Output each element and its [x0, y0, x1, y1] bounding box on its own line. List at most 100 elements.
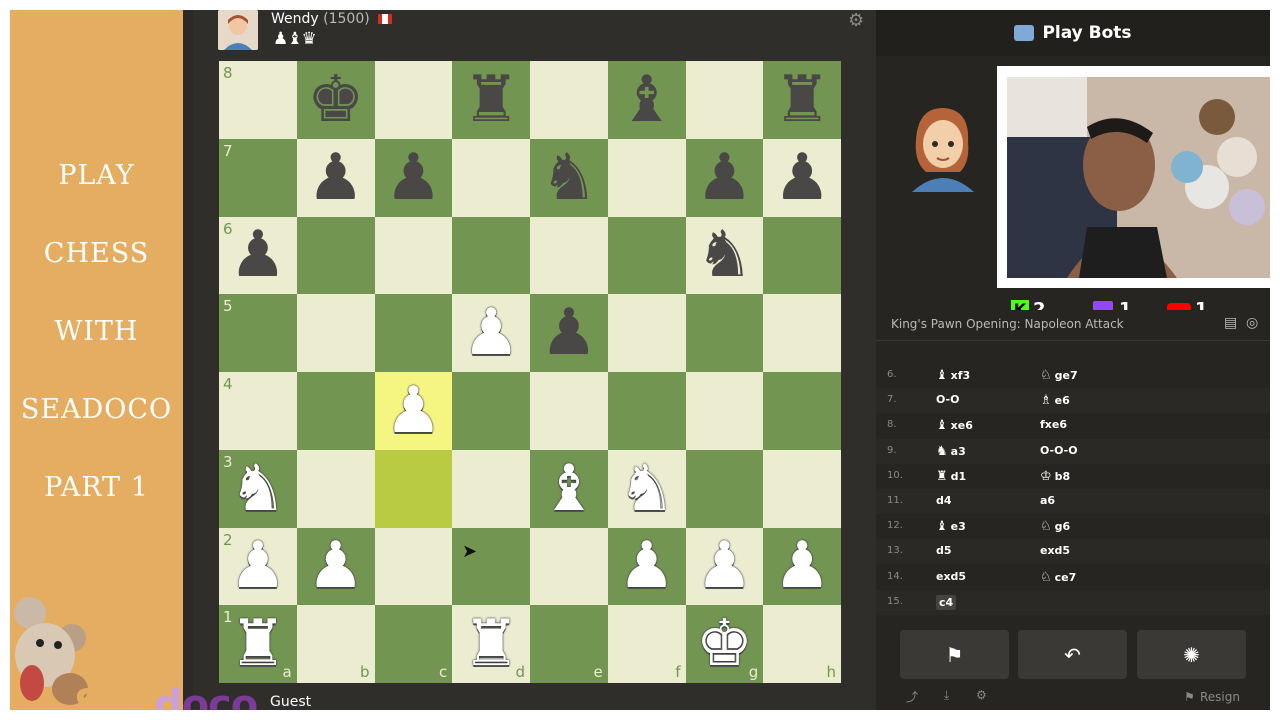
bottom-player-name[interactable]: Guest — [270, 694, 311, 710]
square-f7[interactable] — [607, 138, 686, 217]
square-a7[interactable]: 7 — [219, 138, 297, 217]
black-move[interactable]: ♔ b8 — [1040, 469, 1070, 484]
settings-icon[interactable]: ⚙ — [976, 688, 987, 702]
square-d4[interactable] — [452, 372, 530, 450]
square-d3[interactable] — [452, 449, 530, 528]
opponent-name[interactable]: Wendy — [271, 11, 319, 27]
undo-button[interactable]: ↶ — [1018, 630, 1127, 679]
black-rook-icon[interactable]: ♜ — [462, 68, 519, 132]
white-pawn-icon[interactable]: ♟ — [229, 534, 286, 598]
square-e3[interactable]: ♝ — [530, 449, 608, 528]
square-a2[interactable]: ♟ 2 — [219, 527, 297, 606]
square-b3[interactable] — [296, 449, 375, 528]
share-icon[interactable]: ⤴ — [906, 688, 918, 705]
square-b5[interactable] — [296, 294, 375, 372]
black-pawn-icon[interactable]: ♟ — [229, 223, 286, 287]
square-g1[interactable]: ♚ g — [685, 605, 764, 683]
white-move[interactable]: ♝ xf3 — [936, 368, 970, 383]
white-knight-icon[interactable]: ♞ — [229, 457, 286, 521]
white-move[interactable]: ♝ e3 — [936, 519, 966, 534]
white-move[interactable]: O-O — [936, 393, 959, 406]
white-pawn-icon[interactable]: ♟ — [618, 534, 675, 598]
white-pawn-icon[interactable]: ♟ — [462, 301, 519, 365]
resign-button[interactable]: Resign — [1200, 690, 1240, 704]
black-pawn-icon[interactable]: ♟ — [385, 146, 442, 210]
square-h5[interactable] — [763, 294, 841, 372]
black-move[interactable]: ♘ ge7 — [1040, 368, 1078, 383]
black-move[interactable]: exd5 — [1040, 544, 1070, 557]
square-b8[interactable]: ♚ — [296, 61, 375, 139]
square-f8[interactable]: ♝ — [607, 61, 686, 139]
square-h6[interactable] — [763, 216, 841, 295]
white-move[interactable]: d4 — [936, 494, 952, 507]
black-bishop-icon[interactable]: ♝ — [618, 68, 675, 132]
square-b2[interactable]: ♟ — [296, 527, 375, 606]
download-icon[interactable]: ⤓ — [944, 688, 949, 703]
square-a3[interactable]: ♞ 3 — [219, 449, 297, 528]
black-pawn-icon[interactable]: ♟ — [307, 146, 364, 210]
square-g8[interactable] — [685, 61, 764, 139]
square-c8[interactable] — [374, 61, 453, 139]
square-g3[interactable] — [685, 449, 764, 528]
square-d6[interactable] — [452, 216, 530, 295]
hint-button[interactable]: ✺ — [1137, 630, 1246, 679]
square-h7[interactable]: ♟ — [763, 138, 841, 217]
white-bishop-icon[interactable]: ♝ — [540, 457, 597, 521]
square-g6[interactable]: ♞ — [685, 216, 764, 295]
white-pawn-icon[interactable]: ♟ — [696, 534, 753, 598]
square-d8[interactable]: ♜ — [452, 61, 530, 139]
black-move[interactable]: O-O-O — [1040, 444, 1078, 457]
white-pawn-icon[interactable]: ♟ — [773, 534, 830, 598]
black-king-icon[interactable]: ♚ — [307, 68, 364, 132]
chess-board[interactable]: 8 ♚ ♜ ♝ ♜ 7 ♟ ♟ ♞ ♟ ♟ ♟ 6 ♞ 5 ♟ ♟ 4 ♟ ♞ 3 ♝ ♞ ♟ 2 ♟ ♟ ♟ ♟ ♜ 1 a b c ♜ d e f ♚ g… — [219, 61, 841, 683]
square-b1[interactable]: b — [296, 605, 375, 683]
square-f4[interactable] — [607, 372, 686, 450]
square-a8[interactable]: 8 — [219, 61, 297, 139]
black-pawn-icon[interactable]: ♟ — [540, 301, 597, 365]
square-f2[interactable]: ♟ — [607, 527, 686, 606]
square-c7[interactable]: ♟ — [374, 138, 453, 217]
square-d2[interactable] — [452, 527, 530, 606]
square-h8[interactable]: ♜ — [763, 61, 841, 139]
square-c3[interactable] — [374, 449, 453, 528]
square-g5[interactable] — [685, 294, 764, 372]
bot-avatar[interactable] — [908, 102, 978, 192]
square-h2[interactable]: ♟ — [763, 527, 841, 606]
white-move[interactable]: exd5 — [936, 570, 966, 583]
square-c2[interactable] — [374, 527, 453, 606]
square-b7[interactable]: ♟ — [296, 138, 375, 217]
square-f3[interactable]: ♞ — [607, 449, 686, 528]
black-move[interactable]: ♗ e6 — [1040, 393, 1070, 408]
white-move[interactable]: ♝ xe6 — [936, 418, 973, 433]
square-g7[interactable]: ♟ — [685, 138, 764, 217]
square-d5[interactable]: ♟ — [452, 294, 530, 372]
square-c6[interactable] — [374, 216, 453, 295]
square-c5[interactable] — [374, 294, 453, 372]
black-knight-icon[interactable]: ♞ — [540, 146, 597, 210]
opponent-avatar[interactable] — [218, 10, 258, 50]
square-g2[interactable]: ♟ — [685, 527, 764, 606]
square-d1[interactable]: ♜ d — [452, 605, 530, 683]
opening-name[interactable]: King's Pawn Opening: Napoleon Attack — [891, 317, 1124, 331]
square-e8[interactable] — [530, 61, 608, 139]
square-d7[interactable] — [452, 138, 530, 217]
square-a1[interactable]: ♜ 1 a — [219, 605, 297, 683]
white-move[interactable]: ♜ d1 — [936, 469, 966, 484]
square-h3[interactable] — [763, 449, 841, 528]
square-a4[interactable]: 4 — [219, 372, 297, 450]
square-f1[interactable]: f — [607, 605, 686, 683]
square-e4[interactable] — [530, 372, 608, 450]
black-knight-icon[interactable]: ♞ — [696, 223, 753, 287]
square-e7[interactable]: ♞ — [530, 138, 608, 217]
black-pawn-icon[interactable]: ♟ — [696, 146, 753, 210]
white-move[interactable]: d5 — [936, 544, 952, 557]
square-e2[interactable] — [530, 527, 608, 606]
black-pawn-icon[interactable]: ♟ — [773, 146, 830, 210]
square-f5[interactable] — [607, 294, 686, 372]
square-e6[interactable] — [530, 216, 608, 295]
black-move[interactable]: ♘ ce7 — [1040, 570, 1076, 585]
black-move[interactable]: fxe6 — [1040, 418, 1067, 431]
white-pawn-icon[interactable]: ♟ — [385, 379, 442, 443]
white-pawn-icon[interactable]: ♟ — [307, 534, 364, 598]
square-b4[interactable] — [296, 372, 375, 450]
